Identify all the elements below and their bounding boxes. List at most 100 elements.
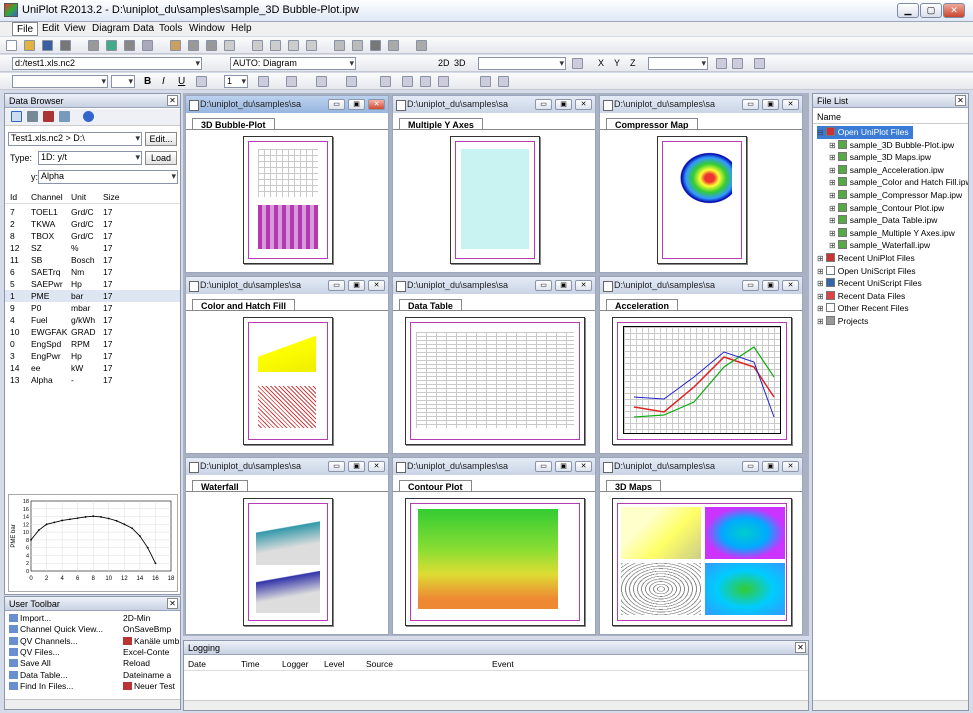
file-tree-item[interactable]: ⊟ Open UniPlot Files: [817, 126, 913, 139]
document-window[interactable]: D:\uniplot_du\samples\sa ▭ ▣ ✕ Contour Plot: [392, 457, 596, 635]
channel-row[interactable]: 8 TBOX Grd/C 17: [5, 230, 180, 242]
file-tree-item[interactable]: ⊞ Other Recent Files: [817, 302, 909, 315]
user-tool-item[interactable]: Kanäle umb: [123, 636, 179, 647]
document-window[interactable]: D:\uniplot_du\samples\sa ▭ ▣ ✕ Waterfall: [185, 457, 389, 635]
window-minimize-button[interactable]: ▭: [328, 280, 345, 291]
line-width-combo[interactable]: 1: [224, 75, 248, 88]
view-2d-button[interactable]: 2D: [438, 58, 450, 68]
file-tree-item[interactable]: ⊞ sample_3D Maps.ipw: [829, 151, 931, 164]
document-window[interactable]: D:\uniplot_du\samples\sa ▭ ▣ ✕ Acceleration: [599, 276, 803, 454]
align-icon[interactable]: [352, 40, 363, 51]
channel-row[interactable]: 0 EngSpd RPM 17: [5, 338, 180, 350]
log-col-date[interactable]: Date: [188, 659, 206, 669]
z-axis-button[interactable]: Z: [630, 58, 636, 68]
axes-icon[interactable]: [388, 40, 399, 51]
user-tool-item[interactable]: Save All: [9, 658, 51, 669]
window-restore-button[interactable]: ▣: [762, 461, 779, 472]
zoom-out-icon[interactable]: [732, 58, 743, 69]
export-icon[interactable]: [59, 111, 70, 122]
sort-icon[interactable]: [572, 58, 583, 69]
font-combo[interactable]: [12, 75, 108, 88]
expand-icon[interactable]: ⊞: [817, 317, 824, 326]
select-icon[interactable]: [11, 111, 22, 122]
channel-row[interactable]: 5 SAEPwr Hp 17: [5, 278, 180, 290]
user-toolbar-scrollbar[interactable]: [5, 699, 180, 709]
menu-diagram[interactable]: Diagram: [88, 22, 134, 36]
snap-icon[interactable]: [380, 76, 391, 87]
window-restore-button[interactable]: ▣: [555, 280, 572, 291]
underline-button[interactable]: U: [178, 76, 185, 87]
menu-tools[interactable]: Tools: [155, 22, 186, 36]
user-tool-item[interactable]: OnSaveBmp: [123, 624, 171, 635]
close-button[interactable]: ✕: [943, 3, 965, 18]
channel-row[interactable]: 3 EngPwr Hp 17: [5, 350, 180, 362]
expand-icon[interactable]: ⊞: [817, 267, 824, 276]
file-tree-item[interactable]: ⊞ Recent UniPlot Files: [817, 252, 915, 265]
channel-row[interactable]: 6 SAETrq Nm 17: [5, 266, 180, 278]
menu-help[interactable]: Help: [227, 22, 256, 36]
window-close-button[interactable]: ✕: [782, 280, 799, 291]
paste-icon[interactable]: [170, 40, 181, 51]
file-tree-item[interactable]: ⊞ Open UniScript Files: [817, 265, 916, 278]
channel-row[interactable]: 1 PME bar 17: [5, 290, 180, 302]
expand-icon[interactable]: ⊞: [829, 141, 836, 150]
file-tree-item[interactable]: ⊞ sample_Waterfall.ipw: [829, 239, 930, 252]
type-combo[interactable]: 1D: y/t: [38, 151, 142, 165]
document-window[interactable]: D:\uniplot_du\samples\sa ▭ ▣ ✕ Data Table: [392, 276, 596, 454]
expand-icon[interactable]: ⊞: [817, 292, 824, 301]
window-minimize-button[interactable]: ▭: [328, 99, 345, 110]
channel-row[interactable]: 2 TKWA Grd/C 17: [5, 218, 180, 230]
fit-icon[interactable]: [754, 58, 765, 69]
group-icon[interactable]: [334, 40, 345, 51]
close-icon[interactable]: ✕: [167, 95, 178, 106]
window-minimize-button[interactable]: ▭: [742, 280, 759, 291]
file-tree-item[interactable]: ⊞ sample_Multiple Y Axes.ipw: [829, 227, 955, 240]
window-close-button[interactable]: ✕: [782, 99, 799, 110]
cut-icon[interactable]: [124, 40, 135, 51]
user-tool-item[interactable]: Reload: [123, 658, 150, 669]
document-window[interactable]: D:\uniplot_du\samples\sa ▭ ▣ ✕ Multiple Y Ax…: [392, 95, 596, 273]
expand-icon[interactable]: ⊞: [829, 216, 836, 225]
arrow-down-icon[interactable]: [498, 76, 509, 87]
channel-row[interactable]: 12 SZ% 17: [5, 242, 180, 254]
file-list-scrollbar[interactable]: [813, 700, 968, 710]
channel-row[interactable]: 4 Fuel g/kWh 17: [5, 314, 180, 326]
help-icon[interactable]: [83, 111, 94, 122]
expand-icon[interactable]: ⊟: [817, 128, 824, 137]
menu-file[interactable]: File: [12, 22, 39, 36]
rect-icon[interactable]: [270, 40, 281, 51]
channel-row[interactable]: 14 ee kW 17: [5, 362, 180, 374]
window-restore-button[interactable]: ▣: [348, 461, 365, 472]
copy-bitmap-icon[interactable]: [106, 40, 117, 51]
col-channel[interactable]: Channel: [31, 192, 63, 202]
channel-row[interactable]: 10 EWGFAK GRAD 17: [5, 326, 180, 338]
file-tree-item[interactable]: ⊞ sample_Data Table.ipw: [829, 214, 937, 227]
channel-row[interactable]: 11 SB Bosch 17: [5, 254, 180, 266]
border-icon[interactable]: [286, 76, 297, 87]
user-tool-item[interactable]: QV Channels...: [9, 636, 78, 647]
file-combo[interactable]: d:/test1.xls.nc2: [12, 57, 202, 70]
window-restore-button[interactable]: ▣: [348, 280, 365, 291]
x-axis-button[interactable]: X: [598, 58, 604, 68]
document-window[interactable]: D:\uniplot_du\samples\sa ▭ ▣ ✕ 3D Bubble-Plo…: [185, 95, 389, 273]
print-preview-icon[interactable]: [88, 40, 99, 51]
channel-row[interactable]: 7 TOEL1 Grd/C 17: [5, 206, 180, 218]
file-tree-item[interactable]: ⊞ sample_Compressor Map.ipw: [829, 189, 962, 202]
copy-icon[interactable]: [142, 40, 153, 51]
expand-icon[interactable]: ⊞: [817, 304, 824, 313]
file-tree-item[interactable]: ⊞ sample_Color and Hatch Fill.ipw: [829, 176, 968, 189]
window-close-button[interactable]: ✕: [368, 461, 385, 472]
expand-icon[interactable]: ⊞: [817, 254, 824, 263]
menu-view[interactable]: View: [60, 22, 90, 36]
channel-row[interactable]: 13 Alpha - 17: [5, 374, 180, 386]
user-tool-item[interactable]: 2D-Min: [123, 613, 150, 624]
user-tool-item[interactable]: Find In Files...: [9, 681, 73, 692]
user-tool-item[interactable]: Excel-Conte: [123, 647, 169, 658]
log-col-event[interactable]: Event: [492, 659, 514, 669]
expand-icon[interactable]: ⊞: [829, 229, 836, 238]
user-tool-item[interactable]: Dateiname a: [123, 670, 171, 681]
close-icon[interactable]: ✕: [167, 598, 178, 609]
open-icon[interactable]: [24, 40, 35, 51]
align-right-icon[interactable]: [438, 76, 449, 87]
log-col-time[interactable]: Time: [241, 659, 260, 669]
